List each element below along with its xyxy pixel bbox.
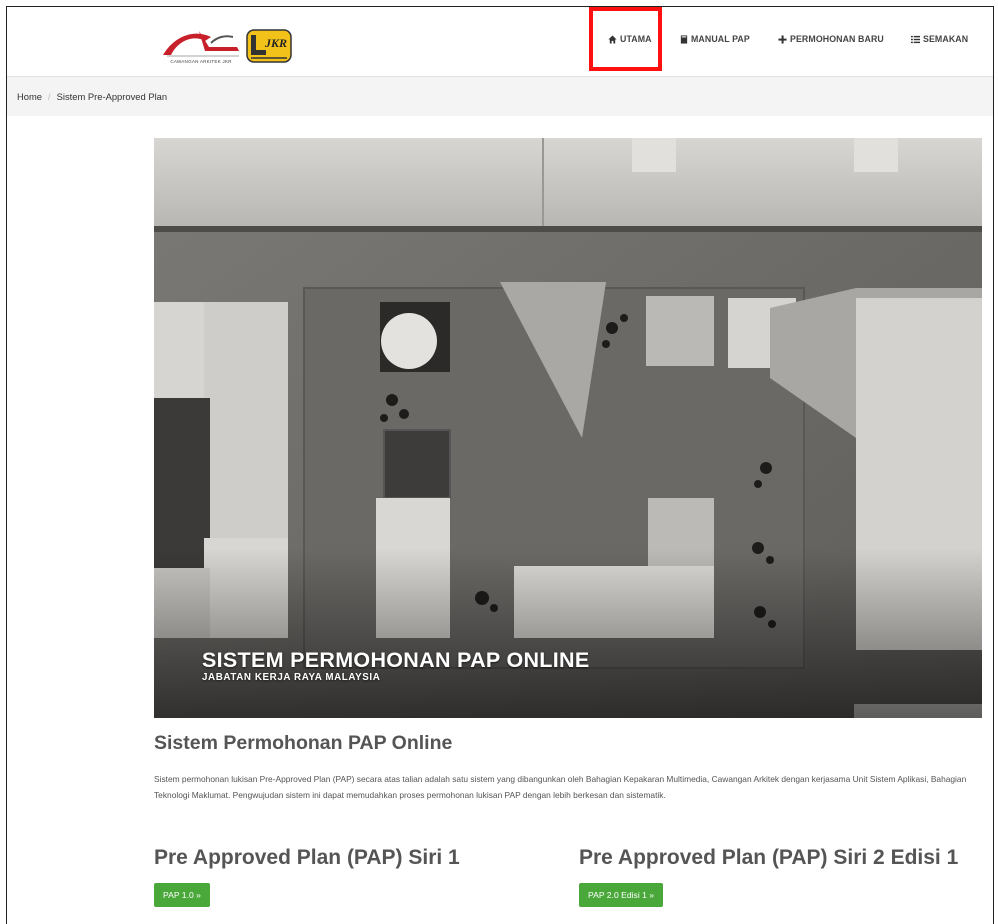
page-title: Sistem Permohonan PAP Online [154,732,453,754]
book-icon [680,34,688,44]
top-header: CAWANGAN ARKITEK JKR JKR UTAMA MANUAL PA… [7,7,993,75]
pap-1-button[interactable]: PAP 1.0 » [154,883,210,907]
page-description: Sistem permohonan lukisan Pre-Approved P… [154,774,967,800]
breadcrumb-current: Sistem Pre-Approved Plan [56,91,168,102]
nav-permohonan-baru[interactable]: PERMOHONAN BARU [778,31,884,47]
nav-manual-pap[interactable]: MANUAL PAP [680,31,750,47]
breadcrumb-separator: / [48,91,51,102]
list-icon [911,35,920,44]
nav-semakan-label: SEMAKAN [923,34,969,44]
page-frame: CAWANGAN ARKITEK JKR JKR UTAMA MANUAL PA… [6,6,994,924]
breadcrumb: Home / Sistem Pre-Approved Plan [7,76,993,116]
nav-manual-pap-label: MANUAL PAP [691,34,750,44]
pap-siri-1-title: Pre Approved Plan (PAP) Siri 1 [154,846,460,869]
hero-banner: SISTEM PERMOHONAN PAP ONLINE JABATAN KER… [154,138,982,718]
plus-icon [778,34,787,44]
nav-utama-highlight-box [589,7,662,71]
pap-siri-2-title: Pre Approved Plan (PAP) Siri 2 Edisi 1 [579,846,959,869]
nav-semakan[interactable]: SEMAKAN [911,31,968,47]
main-nav: UTAMA MANUAL PAP PERMOHONAN BARU SEMAKAN [7,7,993,75]
nav-permohonan-baru-label: PERMOHONAN BARU [790,34,884,44]
hero-subtitle: JABATAN KERJA RAYA MALAYSIA [202,672,381,683]
architectural-model-image [154,138,982,718]
breadcrumb-home[interactable]: Home [17,91,42,102]
pap-2-edisi-1-button[interactable]: PAP 2.0 Edisi 1 » [579,883,664,907]
hero-title: SISTEM PERMOHONAN PAP ONLINE [202,648,590,672]
